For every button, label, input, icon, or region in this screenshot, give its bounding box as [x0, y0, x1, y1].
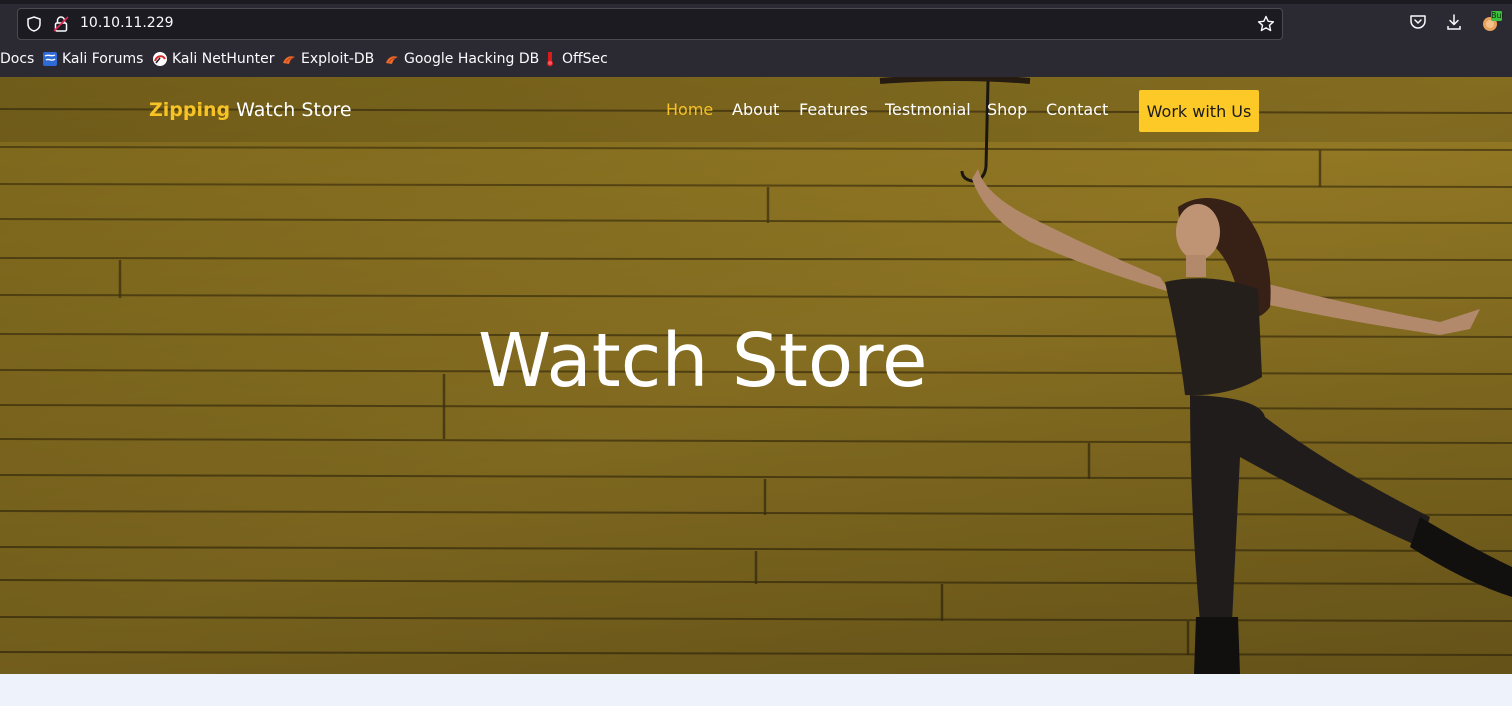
kali-forums-icon: [43, 52, 57, 66]
bookmark-kali-forums[interactable]: Kali Forums: [42, 51, 143, 67]
brand-rest-text: Watch Store: [230, 99, 352, 121]
address-bar[interactable]: 10.10.11.229: [17, 8, 1283, 40]
bookmark-label: Docs: [0, 51, 35, 67]
burp-extension-icon[interactable]: Bur: [1480, 10, 1505, 32]
nav-testmonial[interactable]: Testmonial: [885, 100, 971, 119]
offsec-icon: [547, 52, 553, 67]
burp-badge-text: Bur: [1491, 11, 1505, 20]
work-with-us-button[interactable]: Work with Us: [1139, 90, 1259, 132]
browser-toolbar: 10.10.11.229 Bur Docs Kali Forums Kali N…: [0, 0, 1512, 77]
bookmark-docs[interactable]: Docs: [0, 51, 34, 67]
nav-shop[interactable]: Shop: [987, 100, 1027, 119]
next-section: [0, 674, 1512, 706]
tracking-protection-shield-icon[interactable]: [26, 16, 42, 32]
google-hacking-db-icon: [386, 56, 398, 64]
pocket-icon[interactable]: [1409, 13, 1427, 31]
insecure-lock-icon[interactable]: [53, 15, 69, 33]
bookmark-label: Kali Forums: [62, 51, 144, 67]
url-text[interactable]: 10.10.11.229: [80, 15, 174, 31]
bookmark-label: Kali NetHunter: [172, 51, 275, 67]
site-logo[interactable]: Zipping Watch Store: [149, 99, 352, 121]
bookmark-star-icon[interactable]: [1257, 15, 1275, 33]
bookmark-offsec[interactable]: OffSec: [542, 51, 608, 67]
downloads-icon[interactable]: [1445, 13, 1463, 31]
nav-contact[interactable]: Contact: [1046, 100, 1108, 119]
bookmark-label: Exploit-DB: [301, 51, 375, 67]
nav-home[interactable]: Home: [666, 100, 713, 119]
bookmark-label: Google Hacking DB: [404, 51, 540, 67]
hero-title: Watch Store: [478, 318, 928, 404]
exploit-db-icon: [283, 56, 295, 64]
tab-strip-edge: [0, 0, 1512, 4]
bookmark-label: OffSec: [562, 51, 608, 67]
bookmark-google-hacking-db[interactable]: Google Hacking DB: [384, 51, 539, 67]
bookmark-kali-nethunter[interactable]: Kali NetHunter: [152, 51, 274, 67]
bookmark-exploit-db[interactable]: Exploit-DB: [281, 51, 374, 67]
nav-features[interactable]: Features: [799, 100, 868, 119]
kali-nethunter-icon: [153, 52, 167, 66]
brand-accent-text: Zipping: [149, 99, 231, 121]
nav-about[interactable]: About: [732, 100, 779, 119]
